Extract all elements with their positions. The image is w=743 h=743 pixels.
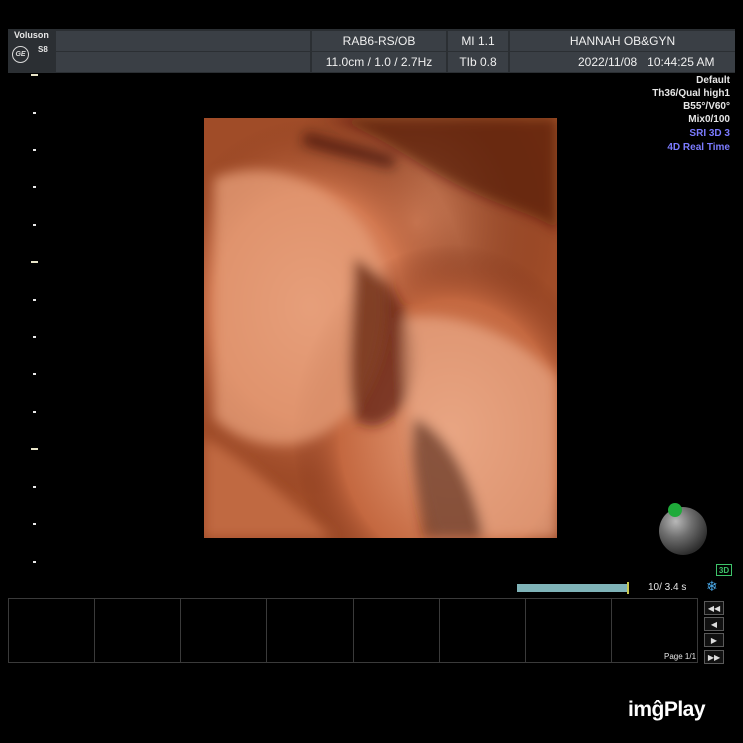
depth-tick [33,411,36,413]
thumbnail-strip [8,598,698,663]
imgplay-watermark: imĝPlay [628,698,706,721]
cine-frames: 10/ 3.4 s [648,582,687,593]
thumbnail-slot[interactable] [181,599,268,662]
left-icon[interactable]: ◀ [704,617,724,631]
probe-name: RAB6-RS/OB [312,31,446,51]
page-indicator: Page 1/1 [664,652,697,661]
thumbnail-slot[interactable] [95,599,182,662]
cine-position-marker[interactable] [627,582,629,594]
depth-tick [33,486,36,488]
threshold-quality: Th36/Qual high1 [652,88,730,99]
mi-value: MI 1.1 [448,31,508,51]
depth-tick [33,373,36,375]
realtime-mode: 4D Real Time [667,142,730,153]
model-name: S8 [38,45,48,54]
exam-time: 10:44:25 AM [647,55,715,69]
depth-tick [33,523,36,525]
depth-tick [31,448,38,450]
preset-label: Default [696,75,730,86]
exam-date: 2022/11/08 [578,55,638,69]
double-left-icon[interactable]: ◀◀ [704,601,724,615]
tib-value: TIb 0.8 [448,52,508,72]
thumbnail-slot[interactable] [9,599,96,662]
header-bar: Voluson GE S8 RAB6-RS/OB MI 1.1 HANNAH O… [8,29,735,73]
depth-tick [33,186,36,188]
thumbnail-slot[interactable] [526,599,612,662]
depth-tick [33,149,36,151]
thumbnail-slot[interactable] [354,599,440,662]
right-icon[interactable]: ▶ [704,633,724,647]
header-blank-2 [56,52,310,72]
snowflake-icon[interactable]: ❄ [706,578,718,595]
depth-tick [33,112,36,114]
double-right-icon[interactable]: ▶▶ [704,650,724,664]
mix-value: Mix0/100 [688,114,730,125]
depth-tick [33,336,36,338]
ge-logo-icon: GE [12,46,29,63]
depth-tick [33,224,36,226]
orientation-ball[interactable] [659,507,707,555]
depth-tick [33,299,36,301]
sri-mode: SRI 3D 3 [689,128,730,139]
depth-tick [33,561,36,563]
institution-name: HANNAH OB&GYN [510,31,735,51]
render-3d-image [204,118,557,538]
depth-tick [31,74,38,76]
cine-progress-bar[interactable] [517,584,627,592]
depth-tick [31,261,38,263]
brand-block: Voluson GE S8 [8,29,56,73]
orientation-marker [668,503,682,517]
date-time: 2022/11/08 10:44:25 AM [510,52,735,72]
3d-mode-badge: 3D [716,564,732,576]
thumbnail-slot[interactable] [267,599,354,662]
sector-angles: B55°/V60° [683,101,730,112]
header-blank-1 [56,31,310,51]
thumbnail-slot[interactable] [440,599,526,662]
render-3d-graphic [204,118,557,538]
depth-frequency: 11.0cm / 1.0 / 2.7Hz [312,52,446,72]
brand-name: Voluson [14,30,49,40]
